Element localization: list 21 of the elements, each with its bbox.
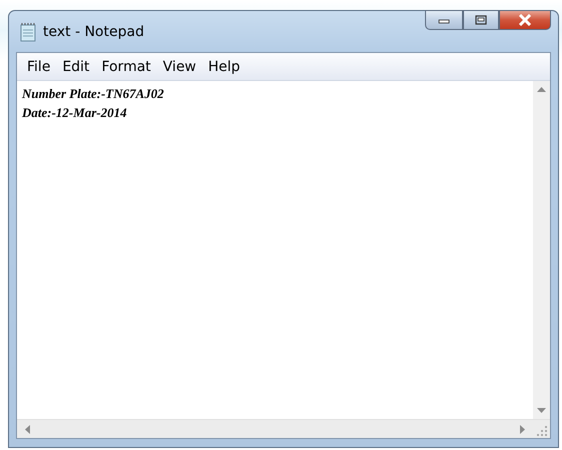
menu-item[interactable]: Help [202, 56, 246, 76]
menu-item[interactable]: Edit [56, 56, 96, 76]
scroll-up-icon[interactable] [537, 87, 546, 92]
text-line: Number Plate:-TN67AJ02 [22, 85, 165, 103]
scroll-right-icon[interactable] [520, 424, 525, 434]
scroll-down-icon[interactable] [537, 408, 546, 413]
resize-grip-icon[interactable] [536, 426, 546, 436]
text-line: Date:-12-Mar-2014 [22, 104, 128, 122]
text-area[interactable]: Number Plate:-TN67AJ02 Date:-12-Mar-2014 [17, 81, 533, 419]
menu-item[interactable]: File [21, 56, 56, 76]
maximize-icon [475, 15, 487, 25]
close-icon [518, 14, 532, 26]
close-button[interactable] [499, 10, 551, 30]
menu-item[interactable]: Format [96, 56, 157, 76]
vertical-scrollbar[interactable] [533, 81, 550, 419]
minimize-button[interactable] [425, 10, 463, 30]
scroll-left-icon[interactable] [25, 424, 30, 434]
window-title: text - Notepad [43, 24, 144, 40]
notepad-icon [19, 22, 37, 42]
menu-item[interactable]: View [156, 56, 202, 76]
maximize-button[interactable] [463, 10, 499, 30]
